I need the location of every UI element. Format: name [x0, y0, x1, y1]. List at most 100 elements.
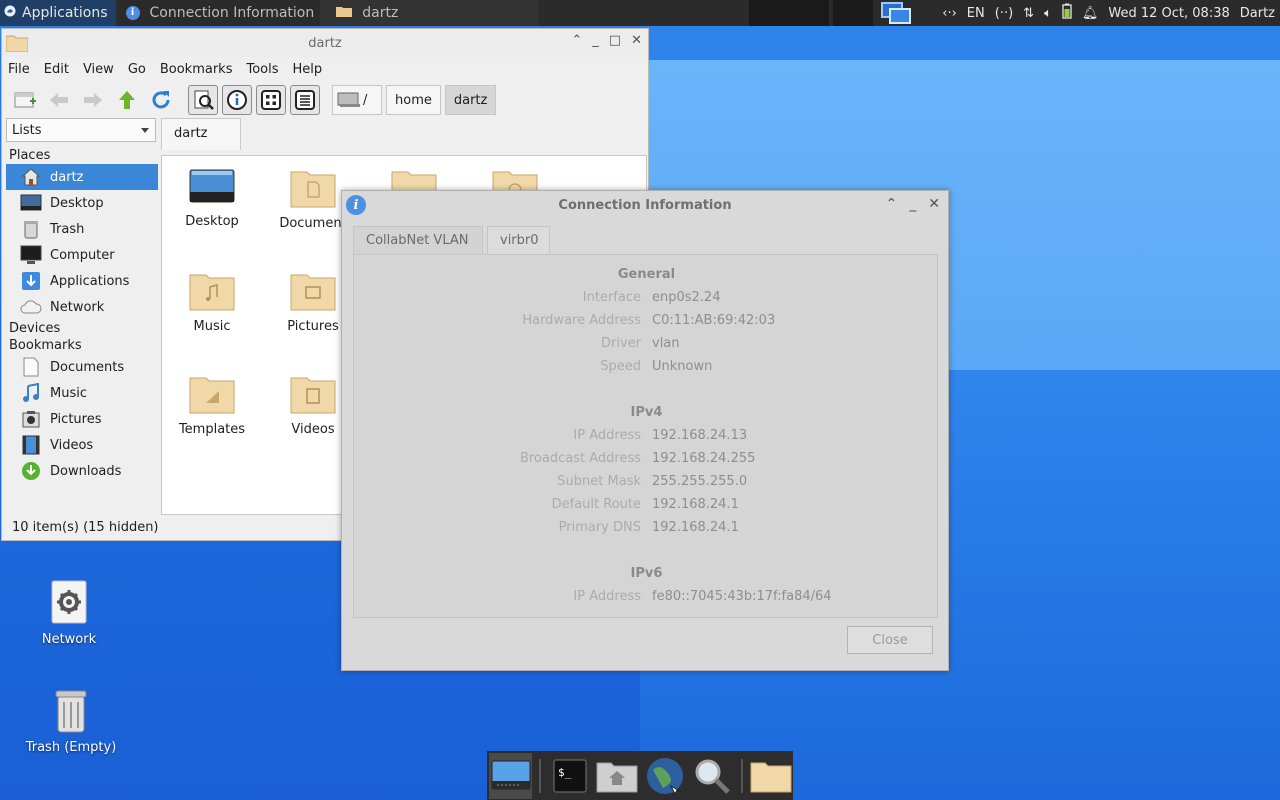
window-switcher-icon[interactable]: [881, 2, 912, 24]
info-key: IP Address: [573, 589, 641, 604]
file-item-music[interactable]: Music: [167, 271, 257, 334]
tab-virbr0[interactable]: virbr0: [487, 226, 550, 256]
sidebar-item-videos[interactable]: Videos: [6, 432, 158, 458]
breadcrumb-home[interactable]: home: [386, 85, 441, 115]
top-panel: Applications i Connection Information da…: [0, 0, 1280, 26]
battery-icon[interactable]: [1057, 3, 1077, 23]
close-button[interactable]: Close: [847, 626, 933, 654]
close-button[interactable]: ✕: [631, 33, 642, 48]
clock[interactable]: Wed 12 Oct, 08:38: [1103, 6, 1234, 21]
reload-button[interactable]: [146, 85, 176, 115]
sidebar-item-music[interactable]: Music: [6, 380, 158, 406]
sidebar-item-applications[interactable]: Applications: [6, 268, 158, 294]
sidebar-item-computer[interactable]: Computer: [6, 242, 158, 268]
minimize-button[interactable]: _: [909, 196, 916, 212]
home-folder-icon: [596, 762, 638, 792]
workspace-2[interactable]: [833, 0, 874, 26]
pictures-folder-icon: [290, 274, 336, 311]
breadcrumb-root[interactable]: /: [332, 85, 382, 115]
menu-tools[interactable]: Tools: [246, 62, 278, 77]
desktop-background: [640, 26, 1280, 60]
desktop-icon-label: Network: [41, 632, 97, 647]
close-x-button[interactable]: ✕: [928, 196, 940, 212]
dock-files[interactable]: [750, 753, 793, 799]
menu-file[interactable]: File: [8, 62, 30, 77]
sidebar-item-documents[interactable]: Documents: [6, 354, 158, 380]
menu-help[interactable]: Help: [293, 62, 323, 77]
dock-terminal[interactable]: $_: [548, 753, 591, 799]
minimize-button[interactable]: _: [592, 33, 599, 48]
list-view-button[interactable]: [290, 85, 320, 115]
info-row: Speed Unknown: [354, 359, 939, 379]
sidebar-item-pictures[interactable]: Pictures: [6, 406, 158, 432]
back-button[interactable]: [44, 85, 74, 115]
shade-button[interactable]: ⌃: [886, 196, 898, 212]
info-key: Driver: [600, 336, 641, 351]
info-key: Primary DNS: [558, 520, 641, 535]
dialog-body: General Interface enp0s2.24 Hardware Addr…: [353, 254, 938, 618]
user-menu[interactable]: Dartz: [1235, 6, 1280, 21]
shade-button[interactable]: ⌃: [571, 33, 582, 48]
info-value: 192.168.24.1: [652, 520, 739, 535]
sidebar-item-network[interactable]: Network: [6, 294, 158, 320]
connection-info-dialog: i Connection Information ⌃ _ ✕ CollabNet…: [341, 190, 949, 671]
web-browser-icon: [646, 757, 683, 795]
reload-icon: [152, 91, 170, 109]
dock-search[interactable]: [690, 753, 733, 799]
info-value: 255.255.255.0: [652, 474, 748, 489]
applications-menu[interactable]: Applications: [0, 0, 116, 26]
desktop-icon-network[interactable]: Network: [14, 580, 124, 647]
icon-view-button[interactable]: [256, 85, 286, 115]
tab-strip: dartz: [161, 118, 649, 150]
title-bar[interactable]: dartz ⌃ _ □ ✕: [2, 29, 648, 57]
info-key: Default Route: [551, 497, 641, 512]
file-item-desktop[interactable]: Desktop: [167, 168, 257, 229]
dock-web-browser[interactable]: [643, 753, 686, 799]
notification-bell-icon[interactable]: 🔔︎: [1077, 6, 1104, 21]
sidebar-item-trash[interactable]: Trash: [6, 216, 158, 242]
new-tab-button[interactable]: [10, 85, 40, 115]
sidebar-item-downloads[interactable]: Downloads: [6, 458, 158, 484]
document-icon: [20, 356, 42, 378]
info-key: Subnet Mask: [557, 474, 641, 489]
sidebar-item-dartz[interactable]: dartz: [6, 164, 158, 190]
task-connection-information[interactable]: i Connection Information: [116, 0, 321, 26]
menu-view[interactable]: View: [83, 62, 114, 77]
file-item-templates[interactable]: Templates: [167, 374, 257, 437]
dialog-title-bar[interactable]: i Connection Information ⌃ _ ✕: [342, 191, 948, 219]
menu-go[interactable]: Go: [128, 62, 146, 77]
dock-separator: [740, 758, 743, 793]
volume-icon[interactable]: 🔈︎: [1039, 6, 1057, 21]
maximize-button[interactable]: □: [609, 33, 621, 48]
info-icon: i: [125, 6, 140, 20]
forward-button[interactable]: [78, 85, 108, 115]
language-indicator[interactable]: EN: [962, 6, 990, 21]
wifi-icon[interactable]: (··): [990, 6, 1018, 21]
documents-folder-icon: [290, 171, 336, 208]
grid-icon: [261, 90, 281, 110]
sidebar-item-desktop[interactable]: Desktop: [6, 190, 158, 216]
side-pane-mode-select[interactable]: Lists: [6, 118, 156, 142]
desktop-icon: [20, 192, 42, 214]
sidebar-item-label: Applications: [50, 273, 130, 289]
tab-dartz[interactable]: dartz: [161, 118, 241, 150]
bookmarks-header: Bookmarks: [9, 338, 82, 353]
search-files-button[interactable]: [188, 85, 218, 115]
up-button[interactable]: [112, 85, 142, 115]
breadcrumb-dartz[interactable]: dartz: [444, 85, 497, 115]
transfer-icon[interactable]: ⇅: [1018, 6, 1039, 21]
sidebar-item-label: Videos: [50, 437, 94, 453]
workspace-1[interactable]: [749, 0, 830, 26]
desktop-icon-trash[interactable]: Trash (Empty): [16, 688, 126, 755]
network-arrows-icon[interactable]: ‹·›: [937, 6, 962, 21]
menu-bookmarks[interactable]: Bookmarks: [160, 62, 233, 77]
dock-home-folder[interactable]: [596, 753, 639, 799]
videos-folder-icon: [290, 377, 336, 414]
templates-folder-icon: [189, 377, 235, 414]
task-dartz[interactable]: dartz: [320, 0, 539, 26]
sidebar: Places dartz Desktop Trash Computer Appl…: [6, 147, 158, 517]
tab-collabnet-vlan[interactable]: CollabNet VLAN: [353, 226, 483, 256]
menu-edit[interactable]: Edit: [44, 62, 69, 77]
dock-show-desktop[interactable]: [489, 752, 533, 799]
show-info-button[interactable]: [222, 85, 252, 115]
